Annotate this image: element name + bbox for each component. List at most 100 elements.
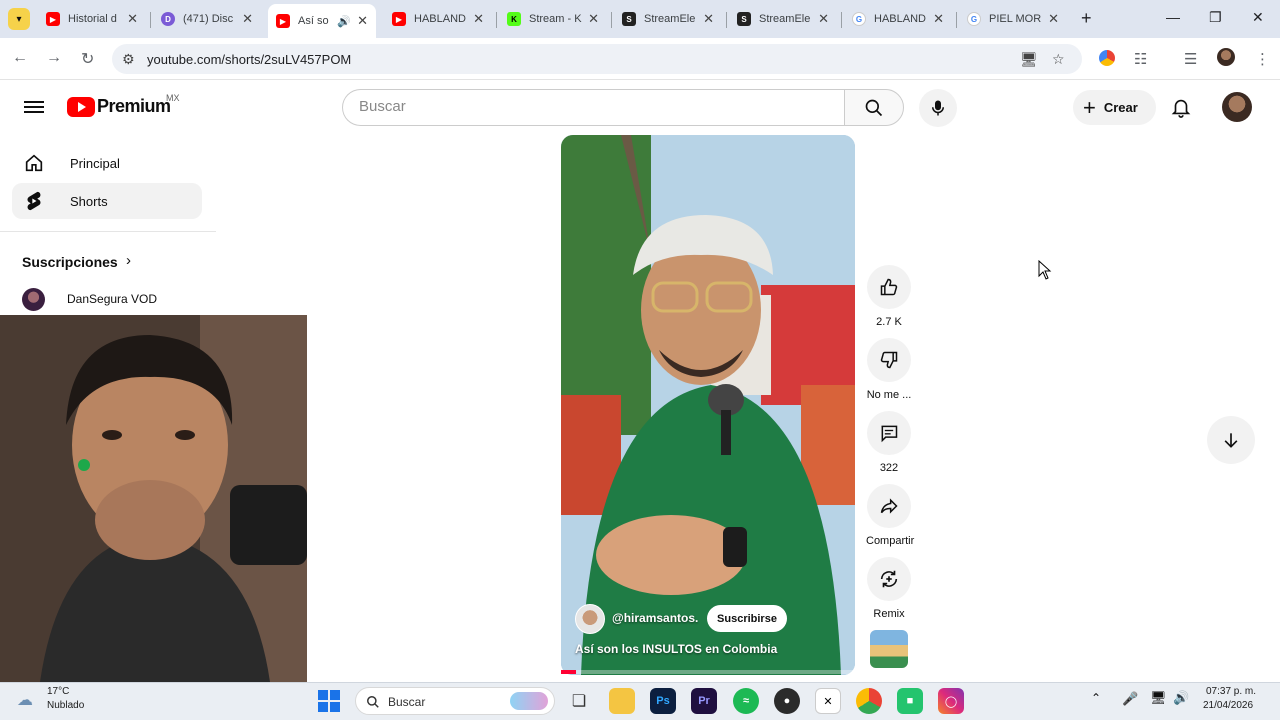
browser-tab-active[interactable]: ▶ Así so 🔊 ✕: [268, 4, 376, 38]
weather-description[interactable]: Nublado: [47, 700, 84, 711]
kebab-menu-icon[interactable]: ⋮: [1255, 50, 1270, 68]
microphone-tray-icon[interactable]: 🎤: [1122, 691, 1138, 707]
taskbar-time[interactable]: 07:37 p. m.: [1206, 686, 1256, 697]
spotify-icon[interactable]: ≈: [733, 688, 759, 714]
dislike-button[interactable]: [867, 338, 911, 382]
obs-icon[interactable]: ●: [774, 688, 800, 714]
tab-search-dropdown[interactable]: ▾: [8, 8, 30, 30]
hamburger-menu-icon[interactable]: [24, 98, 44, 116]
video-progress-fill: [561, 670, 576, 674]
browser-tab[interactable]: S StreamEle ✕: [729, 6, 837, 32]
task-view-icon[interactable]: ❏: [566, 688, 592, 714]
browser-tab[interactable]: G HABLAND ✕: [844, 6, 952, 32]
file-explorer-icon[interactable]: [609, 688, 635, 714]
tab-separator: [611, 12, 612, 28]
taskbar-date[interactable]: 21/04/2026: [1203, 700, 1253, 711]
sidebar-item-principal[interactable]: Principal: [12, 145, 202, 181]
taskbar-search[interactable]: Buscar: [355, 687, 555, 715]
close-icon[interactable]: ✕: [1048, 11, 1059, 27]
sound-thumbnail[interactable]: [870, 630, 908, 668]
share-action: Compartir: [866, 484, 914, 547]
color-extension-icon[interactable]: [1099, 50, 1115, 66]
short-title[interactable]: Así son los INSULTOS en Colombia: [575, 642, 777, 656]
browser-tab[interactable]: ▶ HABLAND ✕: [384, 6, 492, 32]
back-icon[interactable]: ←: [12, 49, 28, 67]
extensions-puzzle-icon[interactable]: ☷: [1134, 50, 1147, 68]
webcam-overlay: [0, 315, 307, 682]
close-icon[interactable]: ✕: [127, 11, 138, 27]
create-button[interactable]: + Crear: [1073, 90, 1156, 125]
browser-tab[interactable]: S StreamEle ✕: [614, 6, 722, 32]
profile-avatar-icon[interactable]: [1217, 48, 1235, 66]
chevron-right-icon[interactable]: ›: [126, 252, 131, 269]
url-text[interactable]: youtube.com/shorts/2suLV457POM: [147, 52, 351, 67]
discord-app-icon[interactable]: ■: [897, 688, 923, 714]
remix-button[interactable]: [867, 557, 911, 601]
speaker-icon[interactable]: 🔊: [337, 15, 351, 28]
close-icon[interactable]: ✕: [242, 11, 253, 27]
browser-tab[interactable]: K Stream - K ✕: [499, 6, 607, 32]
reload-icon[interactable]: ↻: [81, 49, 94, 69]
close-icon[interactable]: ✕: [357, 13, 368, 29]
photoshop-icon[interactable]: Ps: [650, 688, 676, 714]
premiere-icon[interactable]: Pr: [691, 688, 717, 714]
windows-start-icon[interactable]: [318, 690, 340, 712]
chrome-icon[interactable]: [856, 688, 882, 714]
bookmark-star-icon[interactable]: ☆: [1052, 51, 1065, 68]
video-progress-bar[interactable]: [561, 670, 855, 674]
account-avatar[interactable]: [1222, 92, 1252, 122]
share-button[interactable]: [867, 484, 911, 528]
tab-title: Stream - K: [529, 13, 582, 25]
streamelements-favicon-icon: S: [737, 12, 751, 26]
channel-handle[interactable]: @hiramsantos.: [612, 611, 698, 625]
plus-icon: +: [1083, 94, 1096, 120]
subscription-avatar[interactable]: [22, 288, 45, 311]
logo-text: Premium: [97, 96, 171, 116]
browser-tab[interactable]: D (471) Disc ✕: [153, 6, 261, 32]
forward-icon[interactable]: →: [46, 49, 62, 67]
minimize-icon[interactable]: —: [1166, 9, 1180, 25]
webcam-person-image: [0, 315, 307, 682]
youtube-premium-logo[interactable]: Premium MX: [67, 93, 180, 117]
network-icon[interactable]: 🖥: [1150, 690, 1167, 706]
channel-avatar[interactable]: [575, 604, 605, 634]
new-tab-button[interactable]: +: [1081, 8, 1092, 29]
remix-action: Remix: [866, 557, 912, 620]
search-input[interactable]: [359, 98, 819, 115]
install-app-icon[interactable]: 🖥: [1020, 51, 1038, 68]
like-button[interactable]: [867, 265, 911, 309]
thumbs-up-icon: [880, 278, 898, 296]
site-settings-icon[interactable]: ⚙: [122, 51, 135, 68]
browser-tab[interactable]: G PIEL MOR ✕: [959, 6, 1067, 32]
close-icon[interactable]: ✕: [933, 11, 944, 27]
close-icon[interactable]: ✕: [473, 11, 484, 27]
browser-tab[interactable]: ▶ Historial d ✕: [38, 6, 146, 32]
weather-cloud-icon[interactable]: ☁: [17, 690, 33, 710]
search-button[interactable]: [844, 89, 904, 126]
video-frame-image: [561, 135, 855, 675]
close-window-icon[interactable]: ✕: [1252, 9, 1264, 26]
subscription-channel-name[interactable]: DanSegura VOD: [67, 292, 157, 306]
voice-search-button[interactable]: [919, 89, 957, 127]
short-video-player[interactable]: [561, 135, 855, 675]
comments-button[interactable]: [867, 411, 911, 455]
comment-count: 322: [879, 462, 899, 474]
volume-icon[interactable]: 🔊: [1173, 690, 1189, 706]
like-action: 2.7 K: [866, 265, 912, 328]
chevron-up-icon[interactable]: ⌃: [1091, 691, 1101, 705]
notifications-button[interactable]: [1170, 95, 1192, 124]
instagram-icon[interactable]: ◯: [938, 688, 964, 714]
close-icon[interactable]: ✕: [818, 11, 829, 27]
media-controls-icon[interactable]: ☰: [1184, 50, 1197, 68]
subscriptions-heading[interactable]: Suscripciones: [22, 254, 118, 270]
subscribe-button[interactable]: Suscribirse: [707, 605, 787, 632]
capcut-icon[interactable]: ✕: [815, 688, 841, 714]
close-icon[interactable]: ✕: [703, 11, 714, 27]
next-short-button[interactable]: [1207, 416, 1255, 464]
youtube-favicon-icon: ▶: [46, 12, 60, 26]
close-icon[interactable]: ✕: [588, 11, 599, 27]
sidebar-item-shorts[interactable]: Shorts: [12, 183, 202, 219]
weather-temperature[interactable]: 17°C: [47, 686, 69, 697]
restore-icon[interactable]: ❐: [1209, 9, 1222, 26]
address-bar[interactable]: ⚙ youtube.com/shorts/2suLV457POM 🖥 ☆: [112, 44, 1082, 74]
